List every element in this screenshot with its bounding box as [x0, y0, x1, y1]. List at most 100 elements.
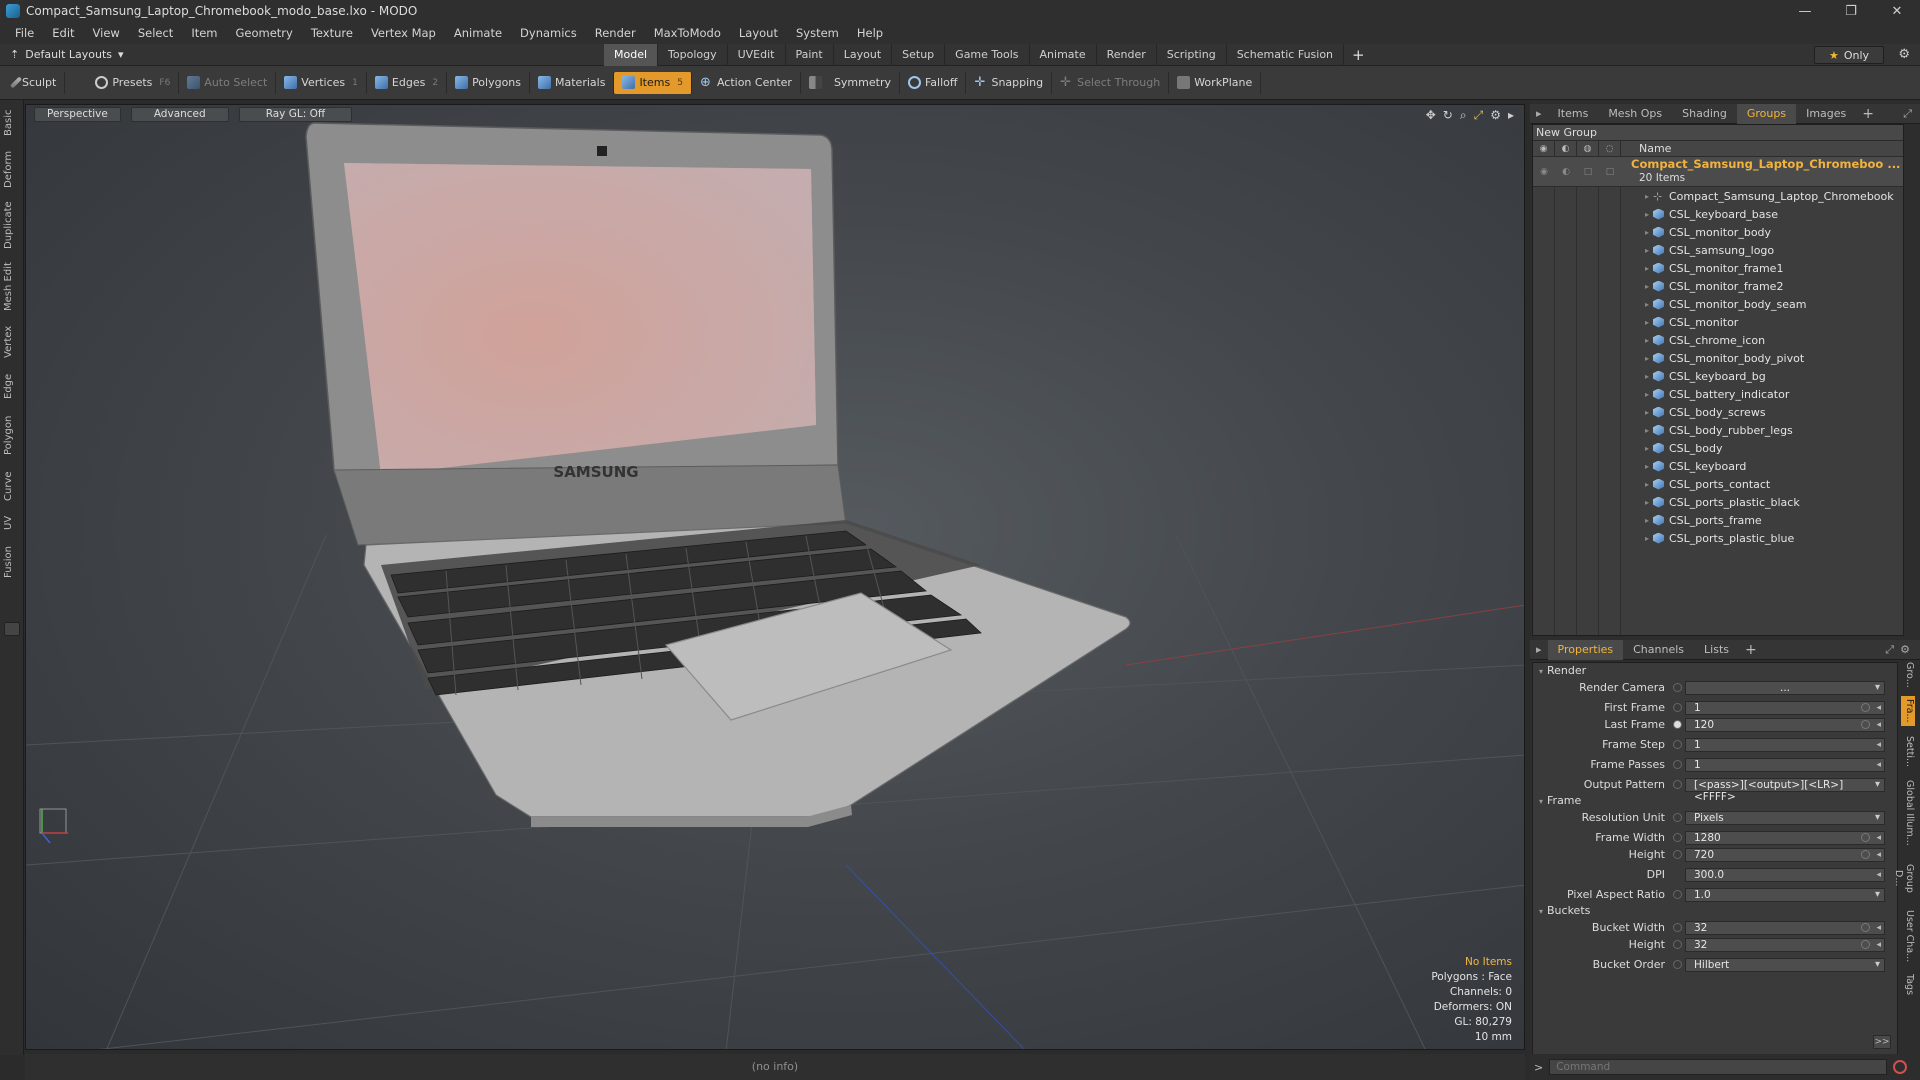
auto-select-button[interactable]: Auto Select [179, 71, 277, 94]
pixel-aspect-field[interactable]: 1.0 [1685, 887, 1885, 902]
spinner-icon[interactable] [1861, 832, 1870, 842]
workplane-button[interactable]: WorkPlane [1169, 71, 1262, 94]
tab-groups[interactable]: Groups [1736, 103, 1797, 124]
arrow-icon[interactable]: ◂ [1876, 702, 1881, 714]
render-section[interactable]: ▾ Render [1533, 663, 1897, 679]
frame-width-dot-icon[interactable] [1673, 833, 1682, 842]
list-item[interactable]: ▸ CSL_monitor_body_pivot [1533, 349, 1903, 367]
menu-edit[interactable]: Edit [43, 26, 83, 40]
list-item[interactable]: ▸ CSL_monitor_frame2 [1533, 277, 1903, 295]
raygl-button[interactable]: Ray GL: Off [238, 107, 353, 122]
add-props-tab-icon[interactable]: + [1739, 642, 1763, 658]
frame-passes-field[interactable]: 1 ◂ [1685, 757, 1885, 772]
layout-selector[interactable]: ⇡ Default Layouts ▾ [10, 48, 124, 61]
render-icon[interactable]: ◐ [1555, 140, 1577, 157]
edge-tab-group-display[interactable]: Group D... [1893, 854, 1915, 902]
menu-animate[interactable]: Animate [445, 26, 511, 40]
zoom-icon[interactable]: ⌕ [1460, 108, 1467, 123]
tab-model[interactable]: Model [604, 44, 659, 66]
menu-layout[interactable]: Layout [730, 26, 787, 40]
menu-maxtomodo[interactable]: MaxToModo [645, 26, 730, 40]
last-frame-field[interactable]: 120 ◂ [1685, 717, 1885, 732]
render-camera-select[interactable]: ... [1685, 680, 1885, 695]
tab-layout[interactable]: Layout [834, 44, 893, 66]
command-input[interactable] [1549, 1059, 1888, 1075]
list-item[interactable]: ▸ CSL_keyboard_base [1533, 205, 1903, 223]
output-pattern-dot-icon[interactable] [1673, 780, 1682, 789]
record-macro-icon[interactable] [1893, 1060, 1908, 1074]
list-item[interactable]: ▸ CSL_samsung_logo [1533, 241, 1903, 259]
left-tab-edge[interactable]: Edge [3, 370, 21, 402]
list-item[interactable]: ▸ CSL_body [1533, 439, 1903, 457]
list-item[interactable]: ▸ CSL_ports_plastic_blue [1533, 529, 1903, 547]
tab-game-tools[interactable]: Game Tools [945, 44, 1030, 66]
falloff-button[interactable]: Falloff [900, 71, 967, 94]
left-tab-basic[interactable]: Basic [3, 106, 21, 140]
add-panel-tab-icon[interactable]: + [1856, 106, 1880, 122]
left-tab-deform[interactable]: Deform [3, 148, 21, 190]
group-lock-icon[interactable]: □ [1577, 157, 1599, 187]
arrow-icon[interactable]: ◂ [1876, 922, 1881, 934]
list-item[interactable]: ▸ CSL_keyboard_bg [1533, 367, 1903, 385]
first-frame-dot-icon[interactable] [1673, 703, 1682, 712]
left-tab-fusion[interactable]: Fusion [3, 542, 21, 582]
view-projection-button[interactable]: Perspective [34, 107, 121, 122]
list-item[interactable]: ▸ CSL_ports_plastic_black [1533, 493, 1903, 511]
items-button[interactable]: Items 5 [614, 71, 692, 94]
left-tab-duplicate[interactable]: Duplicate [3, 198, 21, 252]
sculpt-button[interactable]: Sculpt [6, 71, 66, 94]
select-through-button[interactable]: ✛ Select Through [1052, 71, 1170, 94]
lock-icon[interactable]: ◍ [1577, 140, 1599, 157]
list-item[interactable]: ▸ CSL_ports_frame [1533, 511, 1903, 529]
first-frame-field[interactable]: 1 ◂ [1685, 700, 1885, 715]
panel-menu-icon[interactable]: ▸ [1530, 107, 1548, 120]
list-item[interactable]: ▸ CSL_body_screws [1533, 403, 1903, 421]
minimize-button[interactable]: — [1782, 0, 1828, 22]
3d-viewport[interactable]: SAMSUNG Perspective Advanced Ray GL: Off… [25, 104, 1525, 1050]
group-render-icon[interactable]: ◐ [1555, 157, 1577, 187]
arrow-icon[interactable]: ◂ [1876, 832, 1881, 844]
tab-uvedit[interactable]: UVEdit [728, 44, 786, 66]
bucket-height-field[interactable]: 32 ◂ [1685, 937, 1885, 952]
edges-button[interactable]: Edges 2 [367, 71, 448, 94]
eye-icon[interactable]: ◉ [1533, 140, 1555, 157]
select-icon[interactable]: ◌ [1599, 140, 1621, 157]
pixel-aspect-dot-icon[interactable] [1673, 890, 1682, 899]
group-eye-icon[interactable]: ◉ [1533, 157, 1555, 187]
bucket-order-select[interactable]: Hilbert [1685, 957, 1885, 972]
tab-lists[interactable]: Lists [1694, 640, 1739, 660]
menu-item[interactable]: Item [182, 26, 226, 40]
viewport-settings-icon[interactable]: ⚙ [1490, 108, 1501, 123]
edge-tab-groups[interactable]: Gro... [1901, 660, 1915, 690]
shading-mode-button[interactable]: Advanced [130, 107, 229, 122]
menu-system[interactable]: System [787, 26, 848, 40]
tab-shading[interactable]: Shading [1672, 104, 1737, 124]
edge-tab-settings[interactable]: Setti... [1901, 732, 1915, 772]
tab-properties[interactable]: Properties [1547, 639, 1624, 660]
list-item[interactable]: ▸ CSL_battery_indicator [1533, 385, 1903, 403]
edge-tab-global-illumination[interactable]: Global Illum... [1901, 778, 1915, 848]
list-item[interactable]: ▸ CSL_monitor [1533, 313, 1903, 331]
props-expand-icon[interactable]: ⤢ [1885, 643, 1894, 657]
frame-height-field[interactable]: 720 ◂ [1685, 847, 1885, 862]
left-tab-polygon[interactable]: Polygon [3, 410, 21, 460]
edge-tab-tags[interactable]: Tags [1901, 970, 1915, 1000]
vertices-button[interactable]: Vertices 1 [276, 71, 367, 94]
rotate-icon[interactable]: ↻ [1443, 108, 1453, 123]
tab-mesh-ops[interactable]: Mesh Ops [1598, 104, 1672, 124]
viewport-menu-icon[interactable]: ▸ [1508, 108, 1514, 123]
left-tab-uv[interactable]: UV [3, 512, 21, 534]
more-button[interactable]: >> [1873, 1035, 1891, 1049]
list-item[interactable]: ▸ CSL_keyboard [1533, 457, 1903, 475]
resolution-unit-dot-icon[interactable] [1673, 813, 1682, 822]
left-tab-vertex[interactable]: Vertex [3, 322, 21, 362]
menu-vertex-map[interactable]: Vertex Map [362, 26, 445, 40]
resolution-unit-select[interactable]: Pixels [1685, 810, 1885, 825]
menu-select[interactable]: Select [129, 26, 182, 40]
group-root-row[interactable]: ◉ ◐ □ □ Compact_Samsung_Laptop_Chromeboo… [1533, 157, 1903, 187]
group-select-icon[interactable]: □ [1599, 157, 1621, 187]
arrow-icon[interactable]: ◂ [1876, 759, 1881, 771]
left-tab-curve[interactable]: Curve [3, 468, 21, 504]
tab-topology[interactable]: Topology [658, 44, 728, 66]
close-button[interactable]: ✕ [1874, 0, 1920, 22]
